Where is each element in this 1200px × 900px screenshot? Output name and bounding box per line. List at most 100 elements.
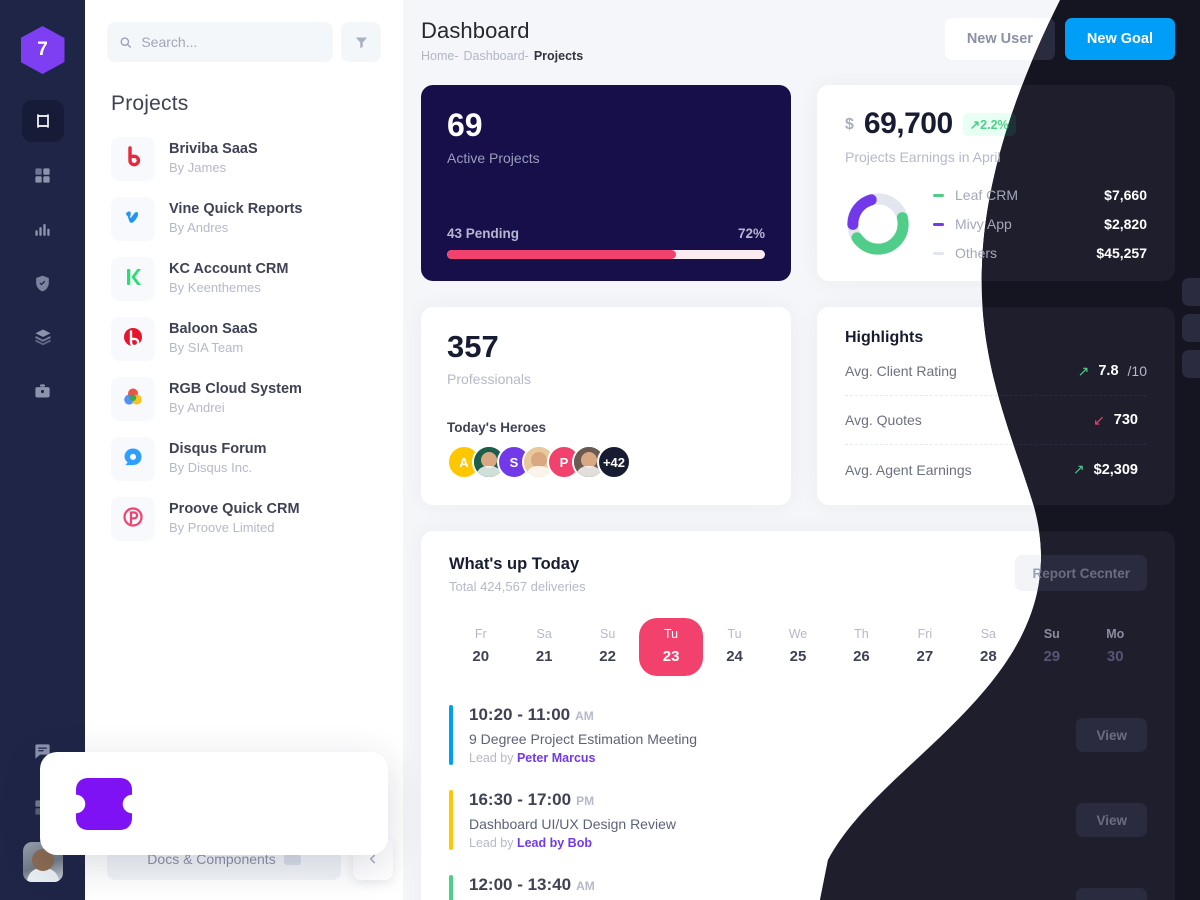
event-row: 16:30 - 17:00 PM Dashboard UI/UX Design R…: [449, 781, 1147, 866]
day-number: 22: [599, 648, 616, 665]
side-tab-buy-now[interactable]: [1182, 350, 1200, 378]
project-list-item[interactable]: KC Account CRM By Keenthemes: [107, 250, 381, 308]
whats-up-subtitle: Total 424,567 deliveries: [449, 579, 586, 594]
day-item[interactable]: Sa 21: [512, 618, 575, 676]
search-input[interactable]: [141, 34, 321, 50]
day-number: 26: [853, 648, 870, 665]
new-user-button[interactable]: New User: [944, 18, 1055, 60]
whats-up-header: What's up Today Total 424,567 deliveries…: [449, 555, 1147, 594]
side-tab-help[interactable]: [1182, 314, 1200, 342]
filter-button[interactable]: [341, 22, 381, 62]
briefcase-icon: [35, 383, 50, 397]
breadcrumb-item-projects: Projects: [533, 49, 584, 63]
project-logo: [111, 317, 155, 361]
donut-chart: [847, 193, 909, 255]
rail-item-grid-icon[interactable]: [22, 154, 64, 196]
highlight-value: $2,309: [1093, 461, 1138, 478]
highlight-label: Avg. Agent Earnings: [845, 461, 972, 478]
day-item[interactable]: Mo 30: [1084, 618, 1147, 676]
day-item[interactable]: Sa 28: [957, 618, 1020, 676]
active-projects-count: 69: [447, 107, 483, 143]
highlights-card: Highlights Avg. Client Rating ↗ 7.8/10 A…: [817, 307, 1175, 505]
event-time: 12:00 - 13:40: [469, 875, 572, 894]
day-item[interactable]: Su 29: [1020, 618, 1083, 676]
report-center-button[interactable]: Report Cecnter: [1015, 555, 1147, 591]
day-item[interactable]: Fri 27: [893, 618, 956, 676]
day-name: Mo: [1106, 627, 1124, 641]
trend-arrow-icon: ↗: [1072, 461, 1085, 477]
rail-item-layers-icon[interactable]: [22, 316, 64, 358]
side-tab-explore[interactable]: [1182, 278, 1200, 306]
side-tab-group: [1182, 278, 1200, 378]
active-projects-label: Active Projects: [447, 150, 540, 166]
breadcrumb-item-dashboard[interactable]: Dashboard-: [464, 49, 529, 63]
highlights-title: Highlights: [845, 329, 924, 346]
professionals-label: Professionals: [447, 371, 532, 387]
app-logo[interactable]: 7: [20, 26, 65, 74]
day-name: Tu: [727, 627, 742, 641]
shield-check-icon: [36, 275, 49, 291]
project-list-item[interactable]: Baloon SaaS By SIA Team: [107, 310, 381, 368]
breadcrumb-item-home[interactable]: Home-: [421, 49, 459, 63]
event-ampm: AM: [575, 709, 594, 723]
breadcrumb: Home- Dashboard- Projects: [421, 49, 583, 63]
active-projects-card: 69 Active Projects 43 Pending 72%: [421, 85, 791, 281]
event-lead-prefix: Lead by: [469, 836, 517, 850]
page-title: Dashboard: [421, 18, 530, 43]
day-name: We: [788, 627, 808, 641]
project-author: By Keenthemes: [169, 280, 261, 296]
project-author: By James: [169, 160, 227, 176]
project-logo: [111, 257, 155, 301]
project-author: By Andres: [169, 220, 229, 236]
day-item[interactable]: Th 26: [830, 618, 893, 676]
rail-item-crop-icon[interactable]: [21, 100, 64, 142]
brand-logo-icon: [121, 505, 145, 534]
top-actions: New User New Goal: [944, 18, 1175, 60]
search-box[interactable]: [107, 22, 333, 62]
event-view-button[interactable]: View: [1076, 888, 1147, 900]
highlight-label: Avg. Quotes: [845, 412, 922, 428]
rail-item-briefcase-icon[interactable]: [22, 370, 64, 412]
project-name: Proove Quick CRM: [169, 500, 300, 517]
day-name: Su: [1044, 627, 1060, 641]
search-row: [107, 22, 381, 62]
project-list-item[interactable]: RGB Cloud System By Andrei: [107, 370, 381, 428]
day-item[interactable]: Tu 24: [703, 618, 766, 676]
project-list-item[interactable]: Briviba SaaS By James: [107, 130, 381, 188]
highlight-unit: /10: [1127, 363, 1147, 379]
project-list-item[interactable]: Proove Quick CRM By Proove Limited: [107, 490, 381, 548]
event-lead-name[interactable]: Peter Marcus: [517, 751, 596, 765]
day-item[interactable]: Su 22: [576, 618, 639, 676]
project-list-item[interactable]: Vine Quick Reports By Andres: [107, 190, 381, 248]
project-name: Baloon SaaS: [169, 320, 258, 337]
legend-color-dash: [933, 251, 944, 255]
day-item[interactable]: Tu 23: [639, 618, 703, 676]
earnings-currency: $: [845, 116, 854, 133]
rail-item-bar-chart-icon[interactable]: [22, 208, 64, 250]
day-item[interactable]: Fr 20: [449, 618, 512, 676]
project-list-item[interactable]: Disqus Forum By Disqus Inc.: [107, 430, 381, 488]
legend-row: Others $45,257: [933, 245, 1147, 261]
hero-avatar-initial: A: [459, 454, 469, 470]
day-name: Fri: [917, 627, 933, 641]
event-view-button[interactable]: View: [1076, 718, 1147, 752]
progress-fill: [447, 250, 676, 259]
progress-percent: 72%: [737, 226, 765, 241]
project-logo: [111, 437, 155, 481]
event-time: 10:20 - 11:00: [469, 705, 571, 724]
legend-color-dash: [933, 222, 944, 226]
brand-logo-icon: [121, 145, 145, 174]
day-item[interactable]: We 25: [766, 618, 829, 676]
day-number: 20: [472, 648, 490, 665]
event-lead-name[interactable]: Lead by Bob: [517, 836, 592, 850]
event-view-button[interactable]: View: [1076, 803, 1147, 837]
earnings-delta-badge: ↗2.2%: [962, 113, 1016, 136]
hero-avatar[interactable]: +42: [597, 445, 631, 479]
event-ampm: PM: [576, 794, 595, 808]
top-bar: Dashboard Home- Dashboard- Projects New …: [421, 18, 1175, 63]
day-number: 27: [916, 648, 934, 665]
progress-track: [447, 250, 765, 259]
trend-arrow-icon: ↙: [1093, 411, 1105, 428]
rail-item-shield-check-icon[interactable]: [22, 262, 64, 304]
new-goal-button[interactable]: New Goal: [1064, 18, 1175, 60]
